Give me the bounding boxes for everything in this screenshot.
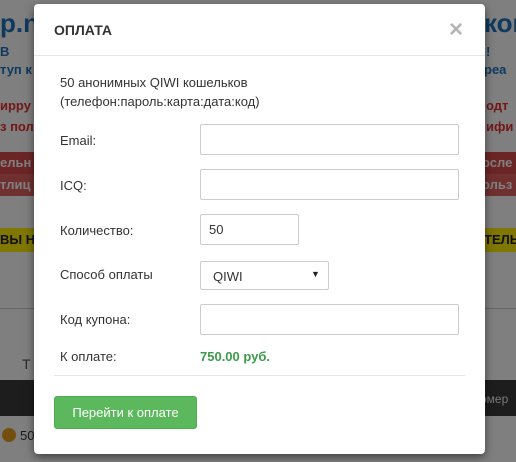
coupon-label: Код купона: xyxy=(60,312,131,327)
icq-label: ICQ: xyxy=(60,178,87,193)
email-label: Email: xyxy=(60,133,97,148)
payment-method-value: QIWI xyxy=(213,269,243,284)
email-field[interactable] xyxy=(200,124,459,155)
product-name: 50 анонимных QIWI кошельков xyxy=(60,75,248,90)
modal-title: ОПЛАТА xyxy=(54,22,112,38)
modal-header: ОПЛАТА × xyxy=(34,4,485,56)
close-icon[interactable]: × xyxy=(446,18,466,42)
icq-field[interactable] xyxy=(200,169,459,200)
product-format: (телефон:пароль:карта:дата:код) xyxy=(60,94,260,109)
total-amount: 750.00 руб. xyxy=(200,349,271,364)
total-label: К оплате: xyxy=(60,349,117,364)
caret-down-icon: ▼ xyxy=(311,269,320,279)
payment-method-select[interactable]: QIWI ▼ xyxy=(200,261,329,290)
payment-modal: ОПЛАТА × 50 анонимных QIWI кошельков (те… xyxy=(34,4,485,454)
payment-method-label: Способ оплаты xyxy=(60,267,153,282)
proceed-to-payment-button[interactable]: Перейти к оплате xyxy=(54,396,197,429)
quantity-field[interactable] xyxy=(200,214,299,245)
modal-footer-divider xyxy=(54,375,465,376)
quantity-label: Количество: xyxy=(60,223,134,238)
coupon-field[interactable] xyxy=(200,304,459,335)
product-description: 50 анонимных QIWI кошельков (телефон:пар… xyxy=(60,73,440,111)
